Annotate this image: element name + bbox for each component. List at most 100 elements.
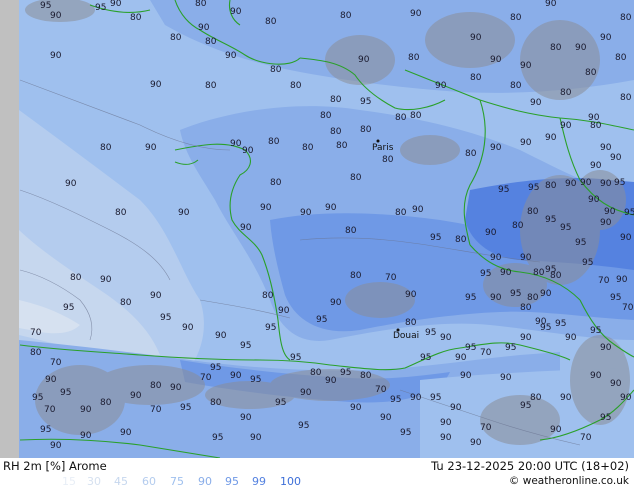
contour-label: 80 [115,208,127,218]
contour-label: 80 [395,208,407,218]
contour-label: 80 [205,81,217,91]
contour-label: 90 [182,323,194,333]
contour-label: 90 [170,383,182,393]
contour-label: 70 [598,276,610,286]
contour-label: 90 [600,33,612,43]
contour-label: 95 [560,223,571,233]
contour-label: 90 [440,333,452,343]
map-area: 95 90 95 90 80 80 90 80 80 90 90 80 80 90 80 90 80 80 90 80… [0,0,634,458]
contour-label: 90 [520,138,532,148]
contour-label: 90 [520,253,532,263]
contour-label: 90 [565,179,577,189]
contour-label: 95 [40,1,51,11]
contour-label: 90 [150,80,162,90]
contour-label: 90 [575,43,587,53]
contour-label: 90 [560,393,572,403]
contour-label: 90 [600,218,612,228]
contour-label: 80 [510,81,522,91]
contour-label: 90 [500,268,512,278]
contour-label: 90 [240,413,252,423]
contour-label: 95 [540,323,551,333]
map-svg: 95 90 95 90 80 80 90 80 80 90 90 80 80 90 80 90 80 80 90 80… [0,0,634,458]
contour-label: 95 [316,315,327,325]
legend-value-30: 30 [87,475,101,488]
contour-label: 80 [410,111,422,121]
contour-label: 80 [150,381,162,391]
contour-label: 90 [590,161,602,171]
contour-label: 90 [350,403,362,413]
contour-label: 95 [60,388,71,398]
contour-label: 90 [150,291,162,301]
contour-label: 95 [275,398,286,408]
contour-label: 70 [30,328,42,338]
contour-label: 90 [545,0,557,9]
contour-label: 90 [490,293,502,303]
contour-label: 90 [470,33,482,43]
contour-label: 90 [412,205,424,215]
contour-label: 95 [430,233,441,243]
contour-label: 95 [528,183,539,193]
contour-label: 95 [160,313,171,323]
contour-label: 90 [50,441,62,451]
contour-label: 80 [290,81,302,91]
contour-label: 90 [215,331,227,341]
contour-label: 95 [40,425,51,435]
contour-label: 80 [350,271,362,281]
contour-label: 80 [620,93,632,103]
contour-label: 80 [455,235,467,245]
contour-label: 95 [575,238,586,248]
contour-label: 90 [550,425,562,435]
contour-label: 90 [250,433,262,443]
contour-label: 90 [588,195,600,205]
contour-label: 70 [385,273,397,283]
contour-label: 95 [510,289,521,299]
contour-label: 70 [480,423,492,433]
contour-label: 90 [490,143,502,153]
contour-label: 90 [260,203,272,213]
map-title: RH 2m [%] Arome [3,459,107,473]
contour-label: 90 [500,373,512,383]
city-label-paris: Paris [372,143,394,153]
contour-label: 80 [265,17,277,27]
contour-label: 90 [198,23,210,33]
contour-label: 95 [480,269,491,279]
credit-link[interactable]: © weatheronline.co.uk [509,475,629,487]
contour-label: 90 [490,55,502,65]
contour-label: 80 [590,121,602,131]
contour-label: 80 [510,13,522,23]
contour-label: 80 [310,368,322,378]
contour-label: 90 [230,139,242,149]
legend-value-75: 75 [170,475,184,488]
contour-label: 80 [408,53,420,63]
city-label-douai: Douai [393,331,419,341]
contour-label: 95 [390,395,401,405]
contour-label: 95 [465,343,476,353]
contour-label: 90 [80,431,92,441]
contour-label: 80 [345,226,357,236]
contour-label: 90 [405,290,417,300]
contour-label: 90 [65,179,77,189]
contour-label: 95 [590,326,601,336]
legend-value-45: 45 [114,475,128,488]
contour-label: 80 [100,143,112,153]
contour-label: 95 [210,363,221,373]
contour-label: 80 [270,178,282,188]
contour-label: 80 [262,291,274,301]
contour-label: 95 [610,293,621,303]
contour-label: 95 [614,178,625,188]
contour-label: 95 [95,3,106,13]
contour-label: 95 [298,421,309,431]
contour-label: 70 [622,303,634,313]
contour-label: 80 [620,13,632,23]
contour-label: 90 [530,98,542,108]
contour-label: 95 [600,413,611,423]
contour-label: 90 [610,379,622,389]
contour-label: 95 [555,319,566,329]
contour-label: 90 [358,55,370,65]
contour-label: 95 [212,433,223,443]
contour-label: 80 [615,53,627,63]
contour-label: 80 [330,95,342,105]
footer: RH 2m [%] Arome Tu 23-12-2025 20:00 UTC … [0,458,634,490]
contour-label: 90 [470,438,482,448]
legend-value-100: 100 [280,475,301,488]
